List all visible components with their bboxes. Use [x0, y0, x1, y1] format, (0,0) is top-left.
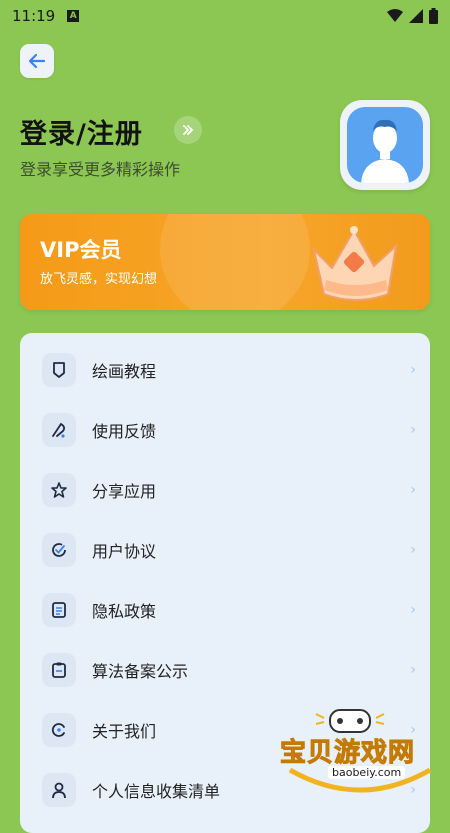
brush-icon	[42, 353, 76, 387]
vip-subtitle: 放飞灵感，实现幻想	[40, 272, 158, 287]
login-subtitle: 登录享受更多精彩操作	[20, 160, 181, 179]
menu-item-label: 算法备案公示	[92, 662, 189, 681]
chevron-right-icon: ›	[410, 482, 416, 498]
signal-icon	[409, 9, 423, 23]
avatar[interactable]	[340, 100, 430, 190]
double-chevron-right-icon	[183, 125, 194, 135]
back-arrow-icon	[28, 53, 46, 69]
menu-item-privacy-policy[interactable]: 隐私政策 ›	[20, 580, 430, 640]
status-time: 11:19	[12, 7, 56, 25]
watermark: 宝贝游戏网 baobeiy.com	[270, 700, 450, 800]
login-arrow-button[interactable]	[174, 116, 202, 144]
battery-icon	[429, 8, 438, 24]
vip-card[interactable]: VIP会员 放飞灵感，实现幻想	[20, 214, 430, 310]
info-icon	[42, 713, 76, 747]
menu-item-share-app[interactable]: 分享应用 ›	[20, 460, 430, 520]
chevron-right-icon: ›	[410, 602, 416, 618]
user-avatar-icon	[347, 107, 423, 183]
chevron-right-icon: ›	[410, 542, 416, 558]
menu-item-label: 分享应用	[92, 482, 157, 501]
menu-item-label: 使用反馈	[92, 422, 157, 441]
watermark-text: 宝贝游戏网	[279, 738, 416, 769]
menu-item-user-agreement[interactable]: 用户协议 ›	[20, 520, 430, 580]
login-register-title[interactable]: 登录/注册	[20, 112, 143, 151]
feedback-icon	[42, 413, 76, 447]
chevron-right-icon: ›	[410, 662, 416, 678]
status-bar: 11:19 A	[0, 0, 450, 32]
menu-item-label: 关于我们	[92, 722, 157, 741]
status-badge: A	[67, 10, 80, 22]
document-icon	[42, 593, 76, 627]
menu-item-label: 用户协议	[92, 542, 157, 561]
menu-item-label: 隐私政策	[92, 602, 157, 621]
chevron-right-icon: ›	[410, 422, 416, 438]
menu-item-feedback[interactable]: 使用反馈 ›	[20, 400, 430, 460]
watermark-url: baobeiy.com	[328, 766, 406, 779]
check-icon	[42, 533, 76, 567]
clipboard-icon	[42, 653, 76, 687]
crown-icon	[312, 226, 398, 301]
vip-title: VIP会员	[40, 238, 122, 262]
wifi-icon	[387, 9, 403, 22]
person-icon	[42, 773, 76, 807]
star-icon	[42, 473, 76, 507]
menu-item-label: 个人信息收集清单	[92, 782, 221, 801]
menu-item-painting-tutorial[interactable]: 绘画教程 ›	[20, 340, 430, 400]
vip-decoration	[160, 214, 310, 310]
menu-item-algorithm-filing[interactable]: 算法备案公示 ›	[20, 640, 430, 700]
menu-item-label: 绘画教程	[92, 362, 157, 381]
back-button[interactable]	[20, 44, 54, 78]
chevron-right-icon: ›	[410, 362, 416, 378]
